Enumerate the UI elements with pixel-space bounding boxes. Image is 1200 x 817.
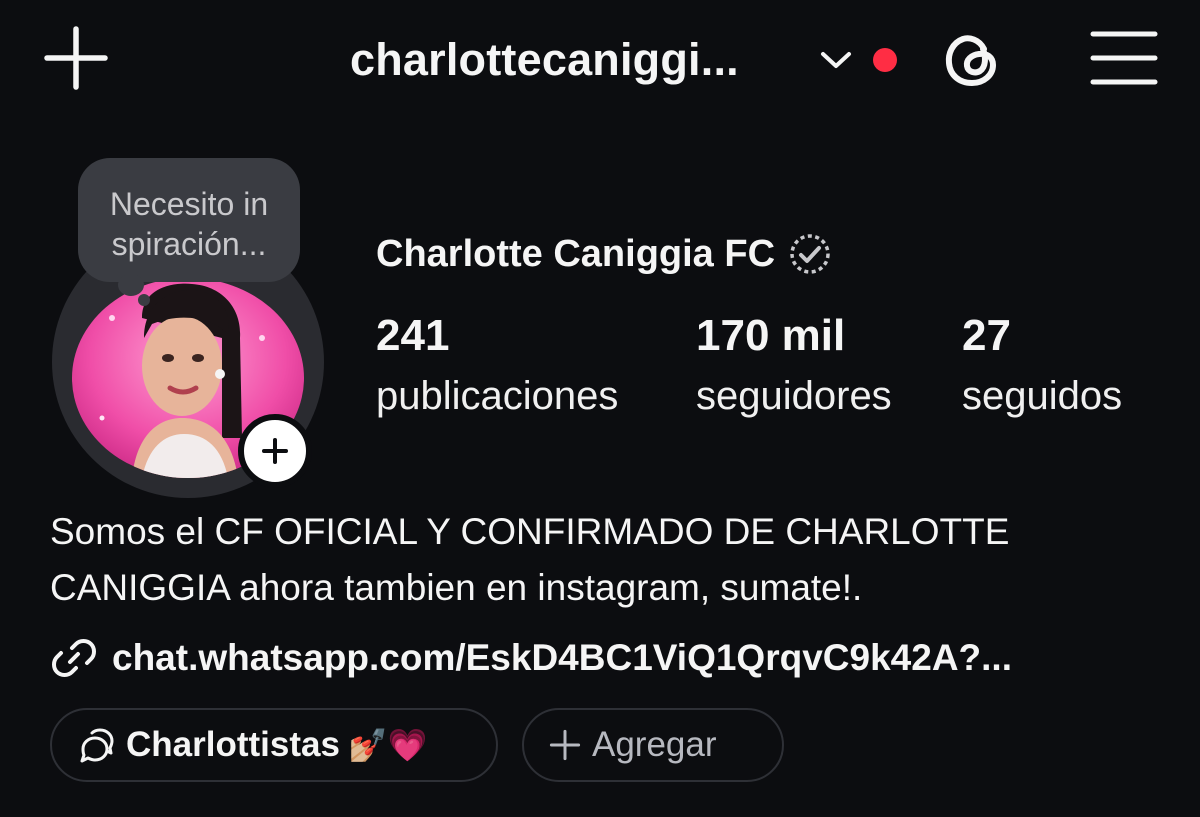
new-post-button[interactable]: [40, 22, 112, 94]
bio-text: Somos el CF OFICIAL Y CONFIRMADO DE CHAR…: [50, 511, 1010, 608]
bio-link-text: chat.whatsapp.com/EskD4BC1ViQ1QrqvC9k42A…: [112, 637, 1012, 678]
threads-icon: [945, 35, 996, 86]
username-title: charlottecaniggi...: [350, 34, 739, 85]
note-bubble-tail: [118, 274, 144, 296]
posts-label: publicaciones: [376, 374, 619, 418]
posts-stat[interactable]: 241 publicaciones: [376, 308, 618, 424]
add-chip-label: Agregar: [592, 725, 717, 764]
switch-account-button[interactable]: [812, 40, 860, 80]
channel-emoji: 💅🏼💗: [347, 727, 428, 763]
note-text: Necesito in spiración...: [109, 186, 269, 262]
note-bubble-tail-dot: [138, 294, 150, 306]
display-name-row: Charlotte Caniggia FC: [376, 226, 835, 282]
followers-count: 170 mil: [696, 311, 846, 360]
bio-link[interactable]: chat.whatsapp.com/EskD4BC1ViQ1QrqvC9k42A…: [50, 628, 1012, 688]
plus-icon: [44, 26, 108, 90]
posts-count: 241: [376, 311, 450, 360]
hamburger-menu-icon: [1090, 31, 1158, 85]
link-icon: [52, 639, 96, 677]
account-switcher[interactable]: charlottecaniggi...: [350, 30, 739, 90]
following-label: seguidos: [962, 374, 1123, 418]
threads-button[interactable]: [936, 24, 1008, 96]
broadcast-channel-chip[interactable]: Charlottistas 💅🏼💗: [50, 708, 498, 782]
broadcast-channel-icon: [80, 728, 114, 763]
note-bubble[interactable]: Necesito in spiración...: [78, 158, 300, 282]
plus-icon: [549, 729, 581, 761]
followers-stat[interactable]: 170 mil seguidores: [696, 308, 892, 424]
display-name: Charlotte Caniggia FC: [376, 232, 776, 275]
followers-label: seguidores: [696, 374, 892, 418]
top-bar: charlottecaniggi...: [0, 0, 1200, 120]
notification-dot: [873, 48, 897, 72]
menu-button[interactable]: [1086, 24, 1162, 92]
add-chip[interactable]: Agregar: [522, 708, 784, 782]
following-stat[interactable]: 27 seguidos: [962, 308, 1122, 424]
profile-screen: charlottecaniggi... Necesito in spiració…: [0, 0, 1200, 817]
chevron-down-icon: [821, 52, 851, 68]
broadcast-channel-label: Charlottistas: [126, 725, 340, 764]
verified-badge-icon: [790, 234, 830, 274]
plus-icon: [262, 438, 288, 464]
following-count: 27: [962, 311, 1011, 360]
add-story-button[interactable]: [238, 414, 312, 488]
